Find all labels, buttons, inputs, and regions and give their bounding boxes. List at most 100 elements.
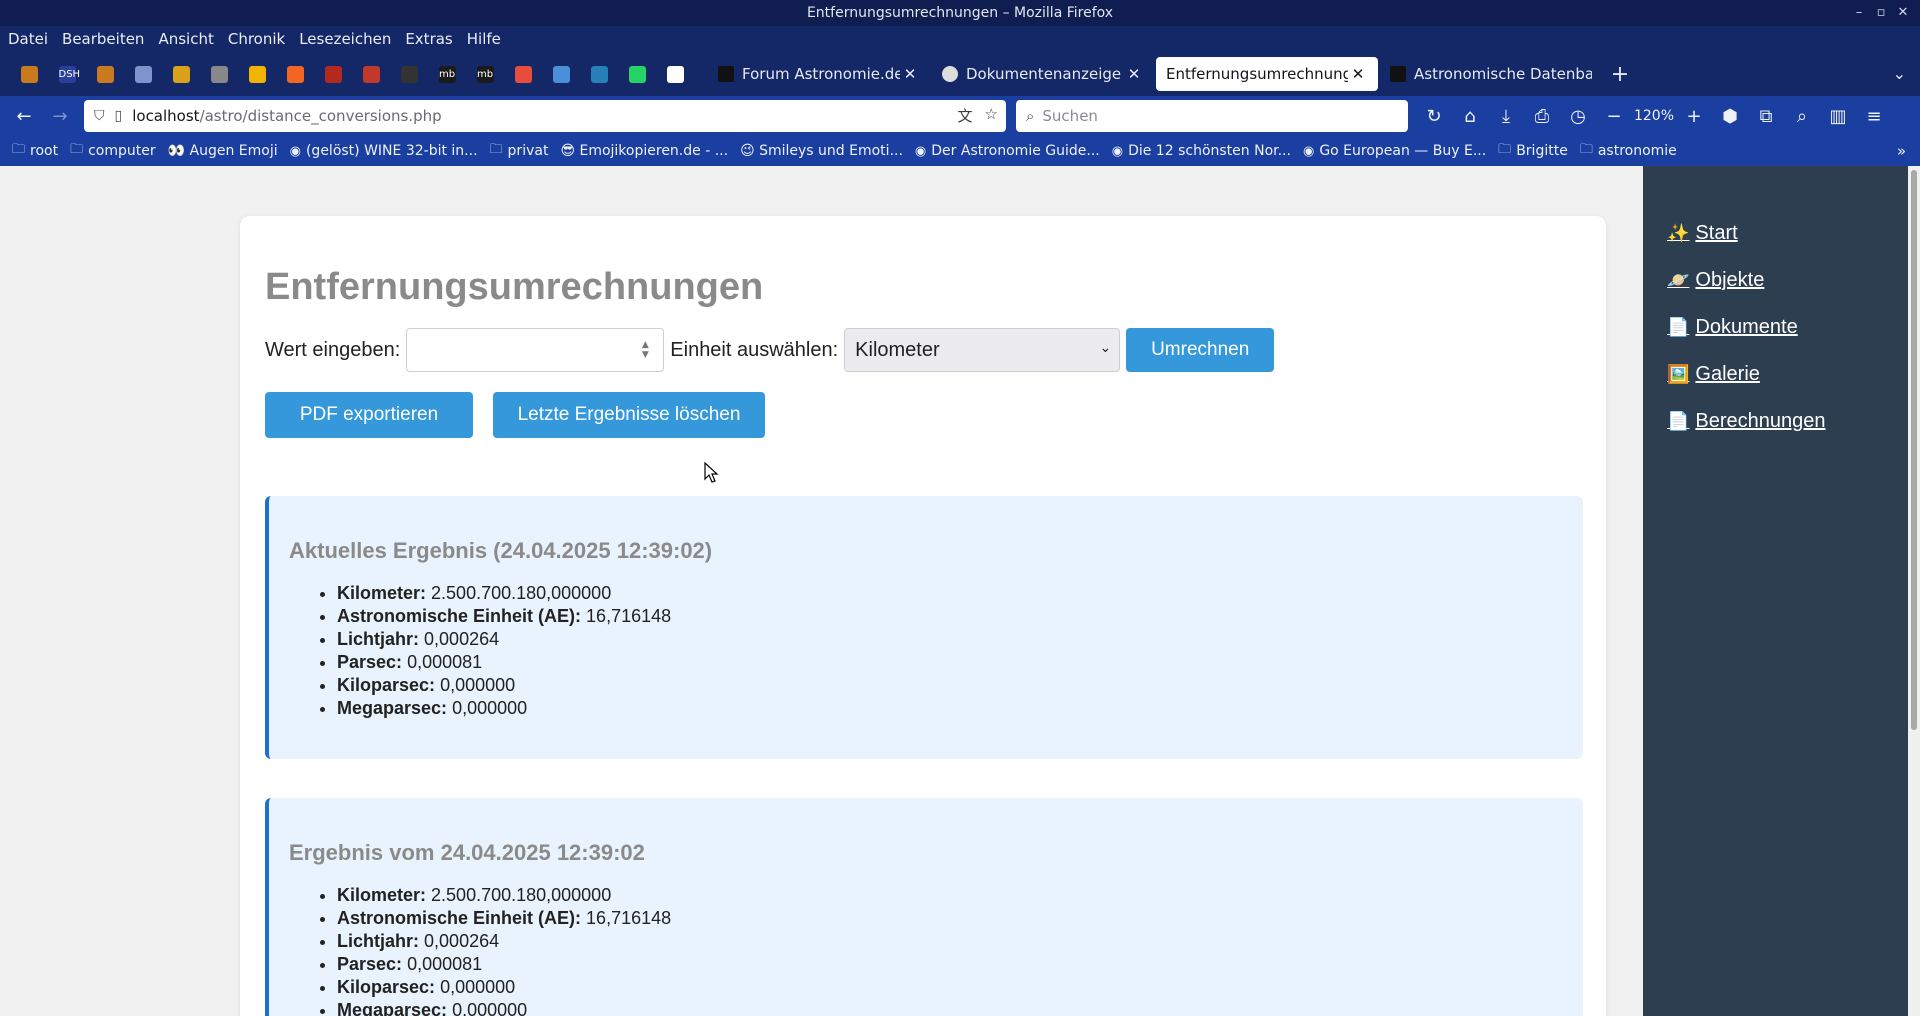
result-list: Kilometer: 2.500.700.180,000000 Astronom… — [337, 582, 671, 720]
zoom-out-icon[interactable]: − — [1596, 100, 1632, 132]
pinned-tabs: DSH mb mb — [0, 52, 694, 96]
scrollbar-thumb[interactable] — [1911, 170, 1917, 730]
close-icon[interactable]: ✕ — [1894, 2, 1912, 22]
value-input[interactable] — [415, 330, 636, 370]
screenshot-icon[interactable]: ⌕ — [1784, 100, 1820, 132]
pinned-tab-14[interactable] — [542, 58, 580, 90]
pinned-tab-3[interactable] — [124, 58, 162, 90]
menu-ansicht[interactable]: Ansicht — [158, 30, 213, 48]
search-input[interactable] — [1042, 107, 1383, 125]
bookmark-star-icon[interactable]: ☆ — [985, 105, 998, 126]
bookmark-2[interactable]: 👀 Augen Emoji — [168, 143, 278, 159]
bookmark-label: 👀 Augen Emoji — [167, 143, 278, 159]
menu-extras[interactable]: Extras — [405, 30, 452, 48]
print-icon[interactable]: ⎙ — [1524, 100, 1560, 132]
sidebar-item-dokumente[interactable]: 📄 Dokumente — [1667, 316, 1798, 339]
new-tab-button[interactable]: + — [1602, 57, 1638, 91]
sidebar-toggle-icon[interactable]: ▥ — [1820, 100, 1856, 132]
bookmark-5[interactable]: 😎 Emojikopieren.de - ... — [560, 143, 728, 159]
document-icon: 📄 — [1667, 317, 1690, 337]
folder-icon: 🗀 — [1579, 142, 1593, 157]
pinned-tab-12[interactable]: mb — [466, 58, 504, 90]
bookmark-4[interactable]: 🗀 privat — [490, 140, 549, 162]
search-bar[interactable]: ⌕ — [1016, 100, 1408, 132]
hamburger-menu-icon[interactable]: ≡ — [1856, 100, 1892, 132]
unit-select[interactable]: Kilometer ⌄ — [844, 328, 1121, 372]
bookmark-9[interactable]: ◉ Go European — Buy E... — [1303, 143, 1486, 159]
minimize-icon[interactable]: – — [1850, 2, 1868, 22]
pinned-tab-15[interactable] — [580, 58, 618, 90]
tab-close-icon[interactable]: ✕ — [900, 65, 920, 83]
home-icon[interactable]: ⌂ — [1452, 100, 1488, 132]
pinned-tab-11[interactable]: mb — [428, 58, 466, 90]
page-info-icon[interactable]: ▯ — [115, 108, 123, 124]
list-item: Megaparsec: 0,000000 — [337, 999, 671, 1016]
extensions-puzzle-icon[interactable]: ⧉ — [1748, 100, 1784, 132]
url-bar[interactable]: ⛉ ▯ localhost/astro/distance_conversions… — [84, 100, 1006, 132]
menu-lesezeichen[interactable]: Lesezeichen — [299, 30, 391, 48]
convert-button[interactable]: Umrechnen — [1126, 328, 1275, 372]
pinned-tab-5[interactable] — [200, 58, 238, 90]
reload-icon[interactable]: ↻ — [1416, 100, 1452, 132]
pinned-tab-0[interactable] — [10, 58, 48, 90]
pinned-tab-1[interactable]: DSH — [48, 58, 86, 90]
pinned-tab-6[interactable] — [238, 58, 276, 90]
pinned-tab-4[interactable] — [162, 58, 200, 90]
menu-bar: Datei Bearbeiten Ansicht Chronik Lesezei… — [0, 26, 1920, 52]
chevron-down-icon[interactable]: ⌄ — [1893, 64, 1906, 83]
zoom-in-icon[interactable]: + — [1676, 100, 1712, 132]
bookmark-11[interactable]: 🗀 astronomie — [1580, 140, 1677, 162]
bookmark-8[interactable]: ◉ Die 12 schönsten Nor... — [1112, 143, 1291, 159]
sparkles-icon: ✨ — [1667, 223, 1690, 243]
back-arrow-icon[interactable]: ← — [6, 100, 42, 132]
site-favicon-icon — [718, 66, 734, 82]
translate-icon[interactable]: 文 — [958, 105, 973, 126]
site-favicon-icon — [942, 66, 958, 82]
menu-datei[interactable]: Datei — [8, 30, 48, 48]
tab-close-icon[interactable]: ✕ — [1124, 65, 1144, 83]
download-icon[interactable]: ⤓ — [1488, 100, 1524, 132]
site-sidebar: ✨ Start 🪐 Objekte 📄 Dokumente 🖼️ Galerie 📄 Be… — [1643, 166, 1908, 1016]
menu-chronik[interactable]: Chronik — [228, 30, 285, 48]
chevron-right-double-icon[interactable]: » — [1897, 142, 1906, 160]
bookmark-10[interactable]: 🗀 Brigitte — [1498, 140, 1568, 162]
extension-icon[interactable]: ⬢ — [1712, 100, 1748, 132]
tab-forum-astronomie[interactable]: Forum Astronomie.de ✕ — [708, 57, 930, 91]
sidebar-item-galerie[interactable]: 🖼️ Galerie — [1667, 363, 1760, 386]
menu-hilfe[interactable]: Hilfe — [467, 30, 501, 48]
bookmark-0[interactable]: 🗀 root — [12, 140, 58, 162]
number-spinner-icon[interactable]: ▲ ▼ — [637, 340, 653, 362]
sidebar-item-berechnungen[interactable]: 📄 Berechnungen — [1667, 410, 1826, 433]
tab-close-icon[interactable]: ✕ — [1348, 65, 1368, 83]
tab-astronomische-datenbank[interactable]: Astronomische Datenbank — [1380, 57, 1602, 91]
site-favicon-icon: ◉ — [1111, 143, 1124, 159]
bookmark-3[interactable]: ◉ (gelöst) WINE 32-bit in... — [290, 143, 478, 159]
zoom-level[interactable]: 120% — [1632, 108, 1676, 124]
pinned-tab-17[interactable] — [656, 58, 694, 90]
tab-dokumentenanzeige[interactable]: Dokumentenanzeige anpassen ✕ — [932, 57, 1154, 91]
unit-selected-value: Kilometer — [855, 338, 940, 361]
maximize-icon[interactable]: ▫ — [1872, 2, 1890, 22]
pinned-tab-13[interactable] — [504, 58, 542, 90]
forward-arrow-icon[interactable]: → — [42, 100, 78, 132]
page-scrollbar[interactable] — [1908, 166, 1920, 1016]
value-input-box[interactable]: ▲ ▼ — [406, 328, 665, 372]
pinned-tab-16[interactable] — [618, 58, 656, 90]
sidebar-item-objekte[interactable]: 🪐 Objekte — [1667, 269, 1764, 292]
history-icon[interactable]: ◷ — [1560, 100, 1596, 132]
pinned-tab-2[interactable] — [86, 58, 124, 90]
pinned-tab-9[interactable] — [352, 58, 390, 90]
pdf-export-button[interactable]: PDF exportieren — [265, 392, 473, 438]
bookmark-1[interactable]: 🗀 computer — [70, 140, 156, 162]
pinned-tab-7[interactable] — [276, 58, 314, 90]
tab-entfernungsumrechnungen[interactable]: Entfernungsumrechnungen ✕ — [1156, 57, 1378, 91]
url-path: /astro/distance_conversions.php — [199, 107, 442, 125]
pinned-tab-10[interactable] — [390, 58, 428, 90]
bookmark-6[interactable]: 😉 Smileys und Emoti... — [740, 143, 903, 159]
tracking-shield-icon[interactable]: ⛉ — [94, 108, 105, 124]
bookmark-7[interactable]: ◉ Der Astronomie Guide... — [915, 143, 1100, 159]
sidebar-item-start[interactable]: ✨ Start — [1667, 222, 1738, 245]
menu-bearbeiten[interactable]: Bearbeiten — [62, 30, 144, 48]
pinned-tab-8[interactable] — [314, 58, 352, 90]
clear-results-button[interactable]: Letzte Ergebnisse löschen — [493, 392, 765, 438]
